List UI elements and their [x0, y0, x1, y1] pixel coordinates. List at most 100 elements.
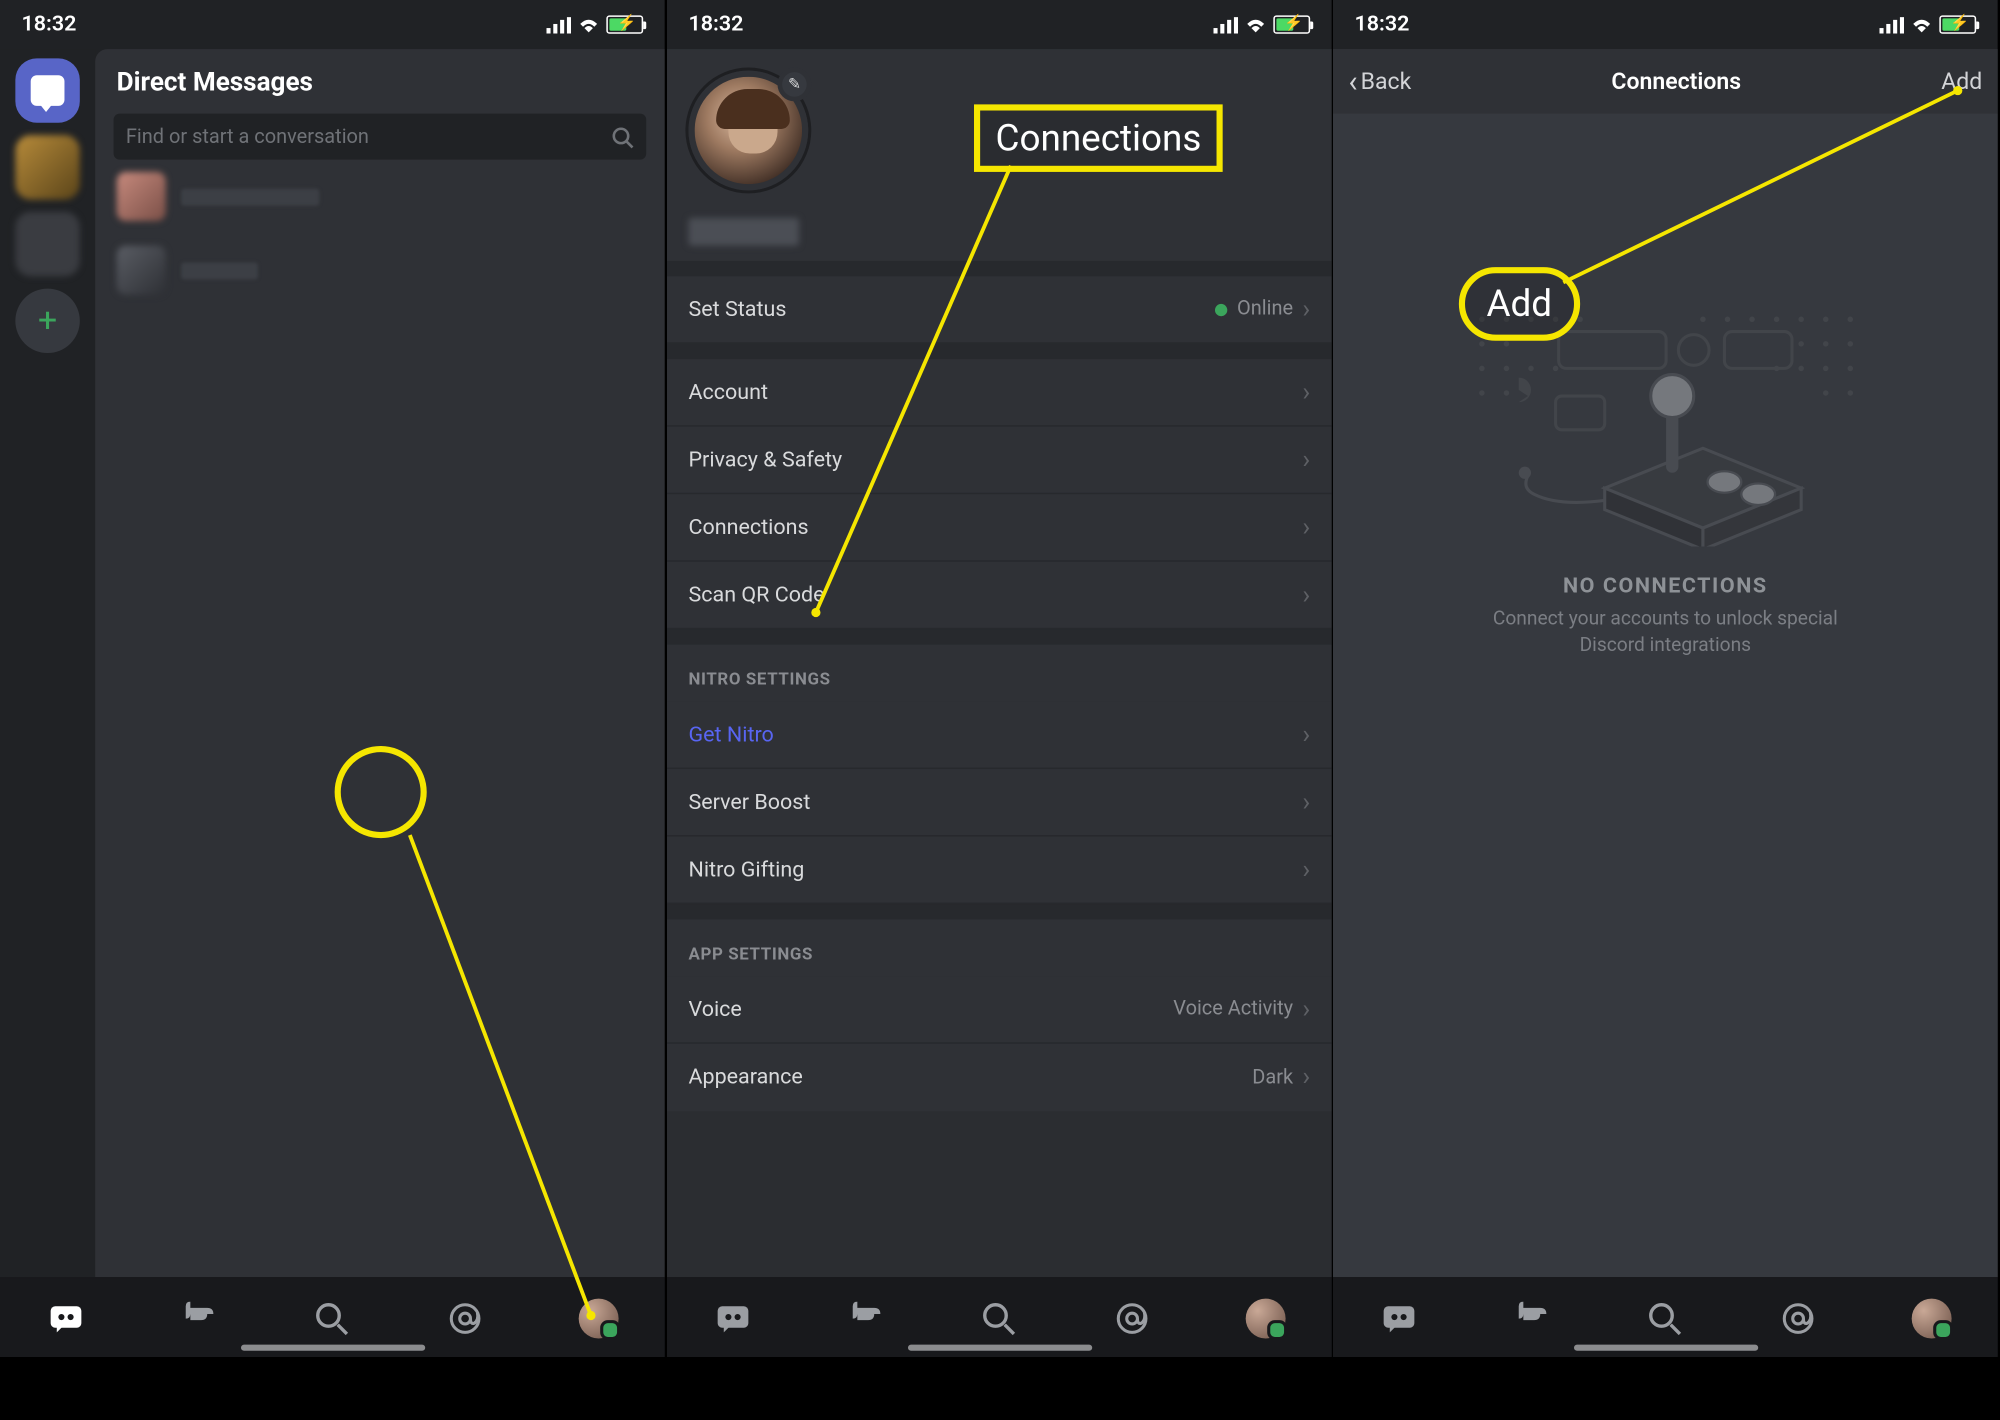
server-avatar[interactable]	[15, 212, 79, 276]
chevron-right-icon: ›	[1302, 377, 1310, 408]
tab-friends[interactable]	[172, 1290, 227, 1345]
home-indicator[interactable]	[907, 1345, 1091, 1351]
tab-profile[interactable]	[571, 1290, 626, 1345]
username-tag	[688, 218, 799, 246]
tab-mentions[interactable]	[1104, 1290, 1159, 1345]
row-server-boost[interactable]: Server Boost›	[667, 769, 1332, 837]
dm-item[interactable]	[114, 233, 647, 307]
tab-friends[interactable]	[1505, 1290, 1560, 1345]
discord-icon	[1381, 1302, 1418, 1333]
online-dot-icon	[1215, 303, 1227, 315]
back-button[interactable]: ‹Back	[1349, 66, 1412, 97]
tab-profile[interactable]	[1904, 1290, 1959, 1345]
status-time: 18:32	[688, 12, 743, 37]
chevron-right-icon: ›	[1302, 444, 1310, 475]
at-icon	[1780, 1299, 1817, 1336]
screen-connections: 18:32 ⚡ ‹Back Connections Add	[1333, 0, 1998, 1357]
nav-bar: ‹Back Connections Add	[1333, 49, 1998, 113]
empty-title: NO CONNECTIONS	[1563, 574, 1768, 599]
chevron-right-icon: ›	[1302, 719, 1310, 750]
tab-search[interactable]	[971, 1290, 1026, 1345]
server-avatar[interactable]	[15, 135, 79, 199]
server-rail: +	[0, 49, 95, 1277]
dm-title: Direct Messages	[117, 68, 647, 99]
section-header-nitro: NITRO SETTINGS	[667, 645, 1332, 702]
row-voice[interactable]: VoiceVoice Activity›	[667, 976, 1332, 1044]
status-bar: 18:32 ⚡	[0, 0, 665, 49]
status-indicators: ⚡	[1213, 15, 1310, 33]
tab-friends[interactable]	[838, 1290, 893, 1345]
cellular-icon	[1880, 16, 1905, 33]
empty-illustration	[1451, 286, 1881, 547]
status-indicators: ⚡	[1880, 15, 1977, 33]
tab-mentions[interactable]	[1771, 1290, 1826, 1345]
row-nitro-gifting[interactable]: Nitro Gifting›	[667, 837, 1332, 905]
home-indicator[interactable]	[240, 1345, 424, 1351]
profile-avatar-icon	[1245, 1298, 1285, 1338]
dm-search-input[interactable]: Find or start a conversation	[114, 114, 647, 160]
profile-avatar-icon	[578, 1298, 618, 1338]
status-bar: 18:32 ⚡	[1333, 0, 1998, 49]
battery-icon: ⚡	[606, 15, 643, 33]
section-header-app: APP SETTINGS	[667, 919, 1332, 976]
screen-dm-list: 18:32 ⚡ + Direct Messages Find or start …	[0, 0, 665, 1357]
row-account[interactable]: Account›	[667, 359, 1332, 427]
friends-icon	[181, 1301, 218, 1335]
chevron-right-icon: ›	[1302, 994, 1310, 1025]
profile-avatar-icon	[1911, 1298, 1951, 1338]
dm-item[interactable]	[114, 160, 647, 234]
wifi-icon	[1244, 16, 1267, 33]
battery-icon: ⚡	[1273, 15, 1310, 33]
edit-avatar-button[interactable]: ✎	[777, 68, 811, 102]
discord-icon	[48, 1302, 85, 1333]
battery-icon: ⚡	[1940, 15, 1977, 33]
chevron-right-icon: ›	[1302, 579, 1310, 610]
status-bar: 18:32 ⚡	[667, 0, 1332, 49]
tab-profile[interactable]	[1237, 1290, 1292, 1345]
dm-panel: Direct Messages Find or start a conversa…	[95, 49, 664, 1277]
row-appearance[interactable]: AppearanceDark›	[667, 1044, 1332, 1112]
chevron-right-icon: ›	[1302, 294, 1310, 325]
row-scan-qr[interactable]: Scan QR Code›	[667, 562, 1332, 630]
search-icon	[315, 1301, 349, 1335]
empty-state: NO CONNECTIONS Connect your accounts to …	[1333, 114, 1998, 1278]
search-icon	[611, 125, 634, 148]
friends-icon	[1514, 1301, 1551, 1335]
cellular-icon	[546, 16, 571, 33]
dm-username	[181, 262, 258, 279]
tab-mentions[interactable]	[438, 1290, 493, 1345]
friends-icon	[848, 1301, 885, 1335]
row-privacy-safety[interactable]: Privacy & Safety›	[667, 427, 1332, 495]
at-icon	[1113, 1299, 1150, 1336]
search-placeholder: Find or start a conversation	[126, 125, 369, 148]
tab-home[interactable]	[1372, 1290, 1427, 1345]
status-indicators: ⚡	[546, 15, 643, 33]
chevron-right-icon: ›	[1302, 787, 1310, 818]
tab-home[interactable]	[39, 1290, 94, 1345]
dm-username	[181, 188, 319, 205]
chevron-right-icon: ›	[1302, 512, 1310, 543]
tab-search[interactable]	[305, 1290, 360, 1345]
joystick-icon	[1518, 375, 1800, 547]
home-indicator[interactable]	[1573, 1345, 1757, 1351]
at-icon	[447, 1299, 484, 1336]
chevron-right-icon: ›	[1302, 854, 1310, 885]
dm-home-button[interactable]	[15, 58, 79, 122]
tab-home[interactable]	[705, 1290, 760, 1345]
status-time: 18:32	[1355, 12, 1410, 37]
tab-search[interactable]	[1638, 1290, 1693, 1345]
add-button[interactable]: Add	[1941, 68, 1982, 96]
row-set-status[interactable]: Set StatusOnline›	[667, 276, 1332, 344]
add-server-button[interactable]: +	[15, 289, 79, 353]
wifi-icon	[577, 16, 600, 33]
search-icon	[982, 1301, 1016, 1335]
screen-user-settings: 18:32 ⚡ ✎ Set StatusOnline› Account› Pri…	[667, 0, 1332, 1357]
discord-icon	[715, 1302, 752, 1333]
nav-title: Connections	[1612, 68, 1742, 96]
row-get-nitro[interactable]: Get Nitro›	[667, 701, 1332, 769]
chevron-left-icon: ‹	[1349, 66, 1358, 97]
dm-avatar	[117, 246, 166, 295]
profile-header: ✎	[667, 49, 1332, 261]
chevron-right-icon: ›	[1302, 1062, 1310, 1093]
row-connections[interactable]: Connections›	[667, 494, 1332, 562]
